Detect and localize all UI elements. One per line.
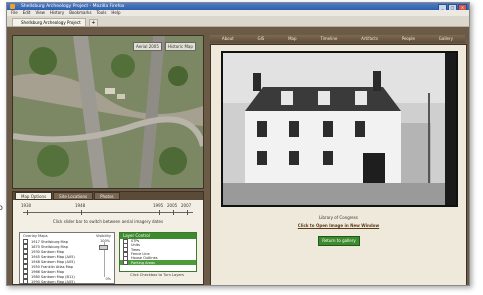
slider-hint: Click slider bar to switch between aeria… — [52, 219, 164, 224]
open-image-link[interactable]: Click to Open Image in New Window — [211, 223, 466, 228]
site-nav: About GIS Map Timeline Artifacts People … — [210, 35, 465, 43]
layer-item-active[interactable]: Parking Areas — [120, 260, 196, 266]
checkbox-icon[interactable] — [123, 260, 128, 266]
aerial-photo — [13, 36, 203, 188]
nav-timeline[interactable]: Timeline — [320, 35, 337, 43]
layer-tip: Click Checkbox to Turn Layers — [130, 273, 184, 277]
tab-strip: Shellsburg Archeology Project + — [7, 16, 469, 27]
historic-photo[interactable] — [221, 51, 458, 207]
nav-gallery[interactable]: Gallery — [439, 35, 453, 43]
visibility-max: 100% — [99, 239, 110, 243]
nav-about[interactable]: About — [222, 35, 234, 43]
house-photo — [223, 53, 456, 205]
date-slider[interactable]: 1930 1948 1995 2005 2007 Click slider ba… — [19, 203, 197, 225]
image-viewer: Library of Congress Click to Open Image … — [210, 44, 467, 285]
nav-gis[interactable]: GIS — [258, 35, 265, 43]
title-bar: Shellsburg Archeology Project - Mozilla … — [7, 3, 469, 11]
visibility-slider-knob[interactable] — [99, 245, 108, 250]
layer-control: Layer Control STPs Units Trees Fence Lin… — [119, 232, 197, 272]
page-content: Aerial 2005 Historic Map Map Options Sit… — [7, 27, 469, 285]
new-tab-button[interactable]: + — [89, 19, 98, 27]
side-label: o — [0, 203, 3, 212]
overlay-header: Overlay Maps — [23, 234, 48, 238]
historic-map-toggle[interactable]: Historic Map — [165, 42, 196, 51]
tab-site-locations[interactable]: Site Locations — [53, 192, 94, 200]
firefox-icon — [10, 4, 15, 9]
tab-photos[interactable]: Photos — [94, 192, 120, 200]
date-label: 2007 — [181, 203, 192, 208]
slider-track[interactable] — [23, 212, 193, 213]
date-label: 1948 — [75, 203, 86, 208]
nav-artifacts[interactable]: Artifacts — [361, 35, 378, 43]
aerial-date-toggle[interactable]: Aerial 2005 — [133, 42, 162, 51]
slider-tick — [81, 210, 82, 215]
aerial-map[interactable]: Aerial 2005 Historic Map — [12, 35, 204, 189]
date-label: 1930 — [21, 203, 32, 208]
map-options-panel: Map Options Site Locations Photos 1930 1… — [12, 191, 204, 285]
radio-icon[interactable] — [23, 279, 28, 284]
slider-tick — [27, 210, 28, 215]
slider-tick — [187, 210, 188, 215]
panel-tabs: Map Options Site Locations Photos — [13, 192, 203, 200]
return-to-gallery-button[interactable]: Return to gallery — [318, 236, 360, 246]
window-title: Shellsburg Archeology Project - Mozilla … — [21, 4, 125, 9]
date-label: 2005 — [167, 203, 178, 208]
tab-map-options[interactable]: Map Options — [15, 192, 53, 200]
visibility-header: Visibility — [95, 234, 111, 238]
date-label: 1995 — [153, 203, 164, 208]
slider-tick — [159, 210, 160, 215]
photo-credit: Library of Congress — [319, 215, 358, 220]
overlay-item[interactable]: 1990 Sanborn Map (A05) — [20, 279, 114, 284]
browser-tab[interactable]: Shellsburg Archeology Project — [12, 18, 86, 26]
nav-people[interactable]: People — [402, 35, 415, 43]
nav-map[interactable]: Map — [288, 35, 296, 43]
slider-tick — [173, 210, 174, 215]
browser-window: Shellsburg Archeology Project - Mozilla … — [6, 2, 470, 286]
visibility-min: 0% — [105, 277, 111, 281]
overlay-maps-list: Overlay Maps Visibility 1917 Shellsburg … — [19, 232, 115, 284]
